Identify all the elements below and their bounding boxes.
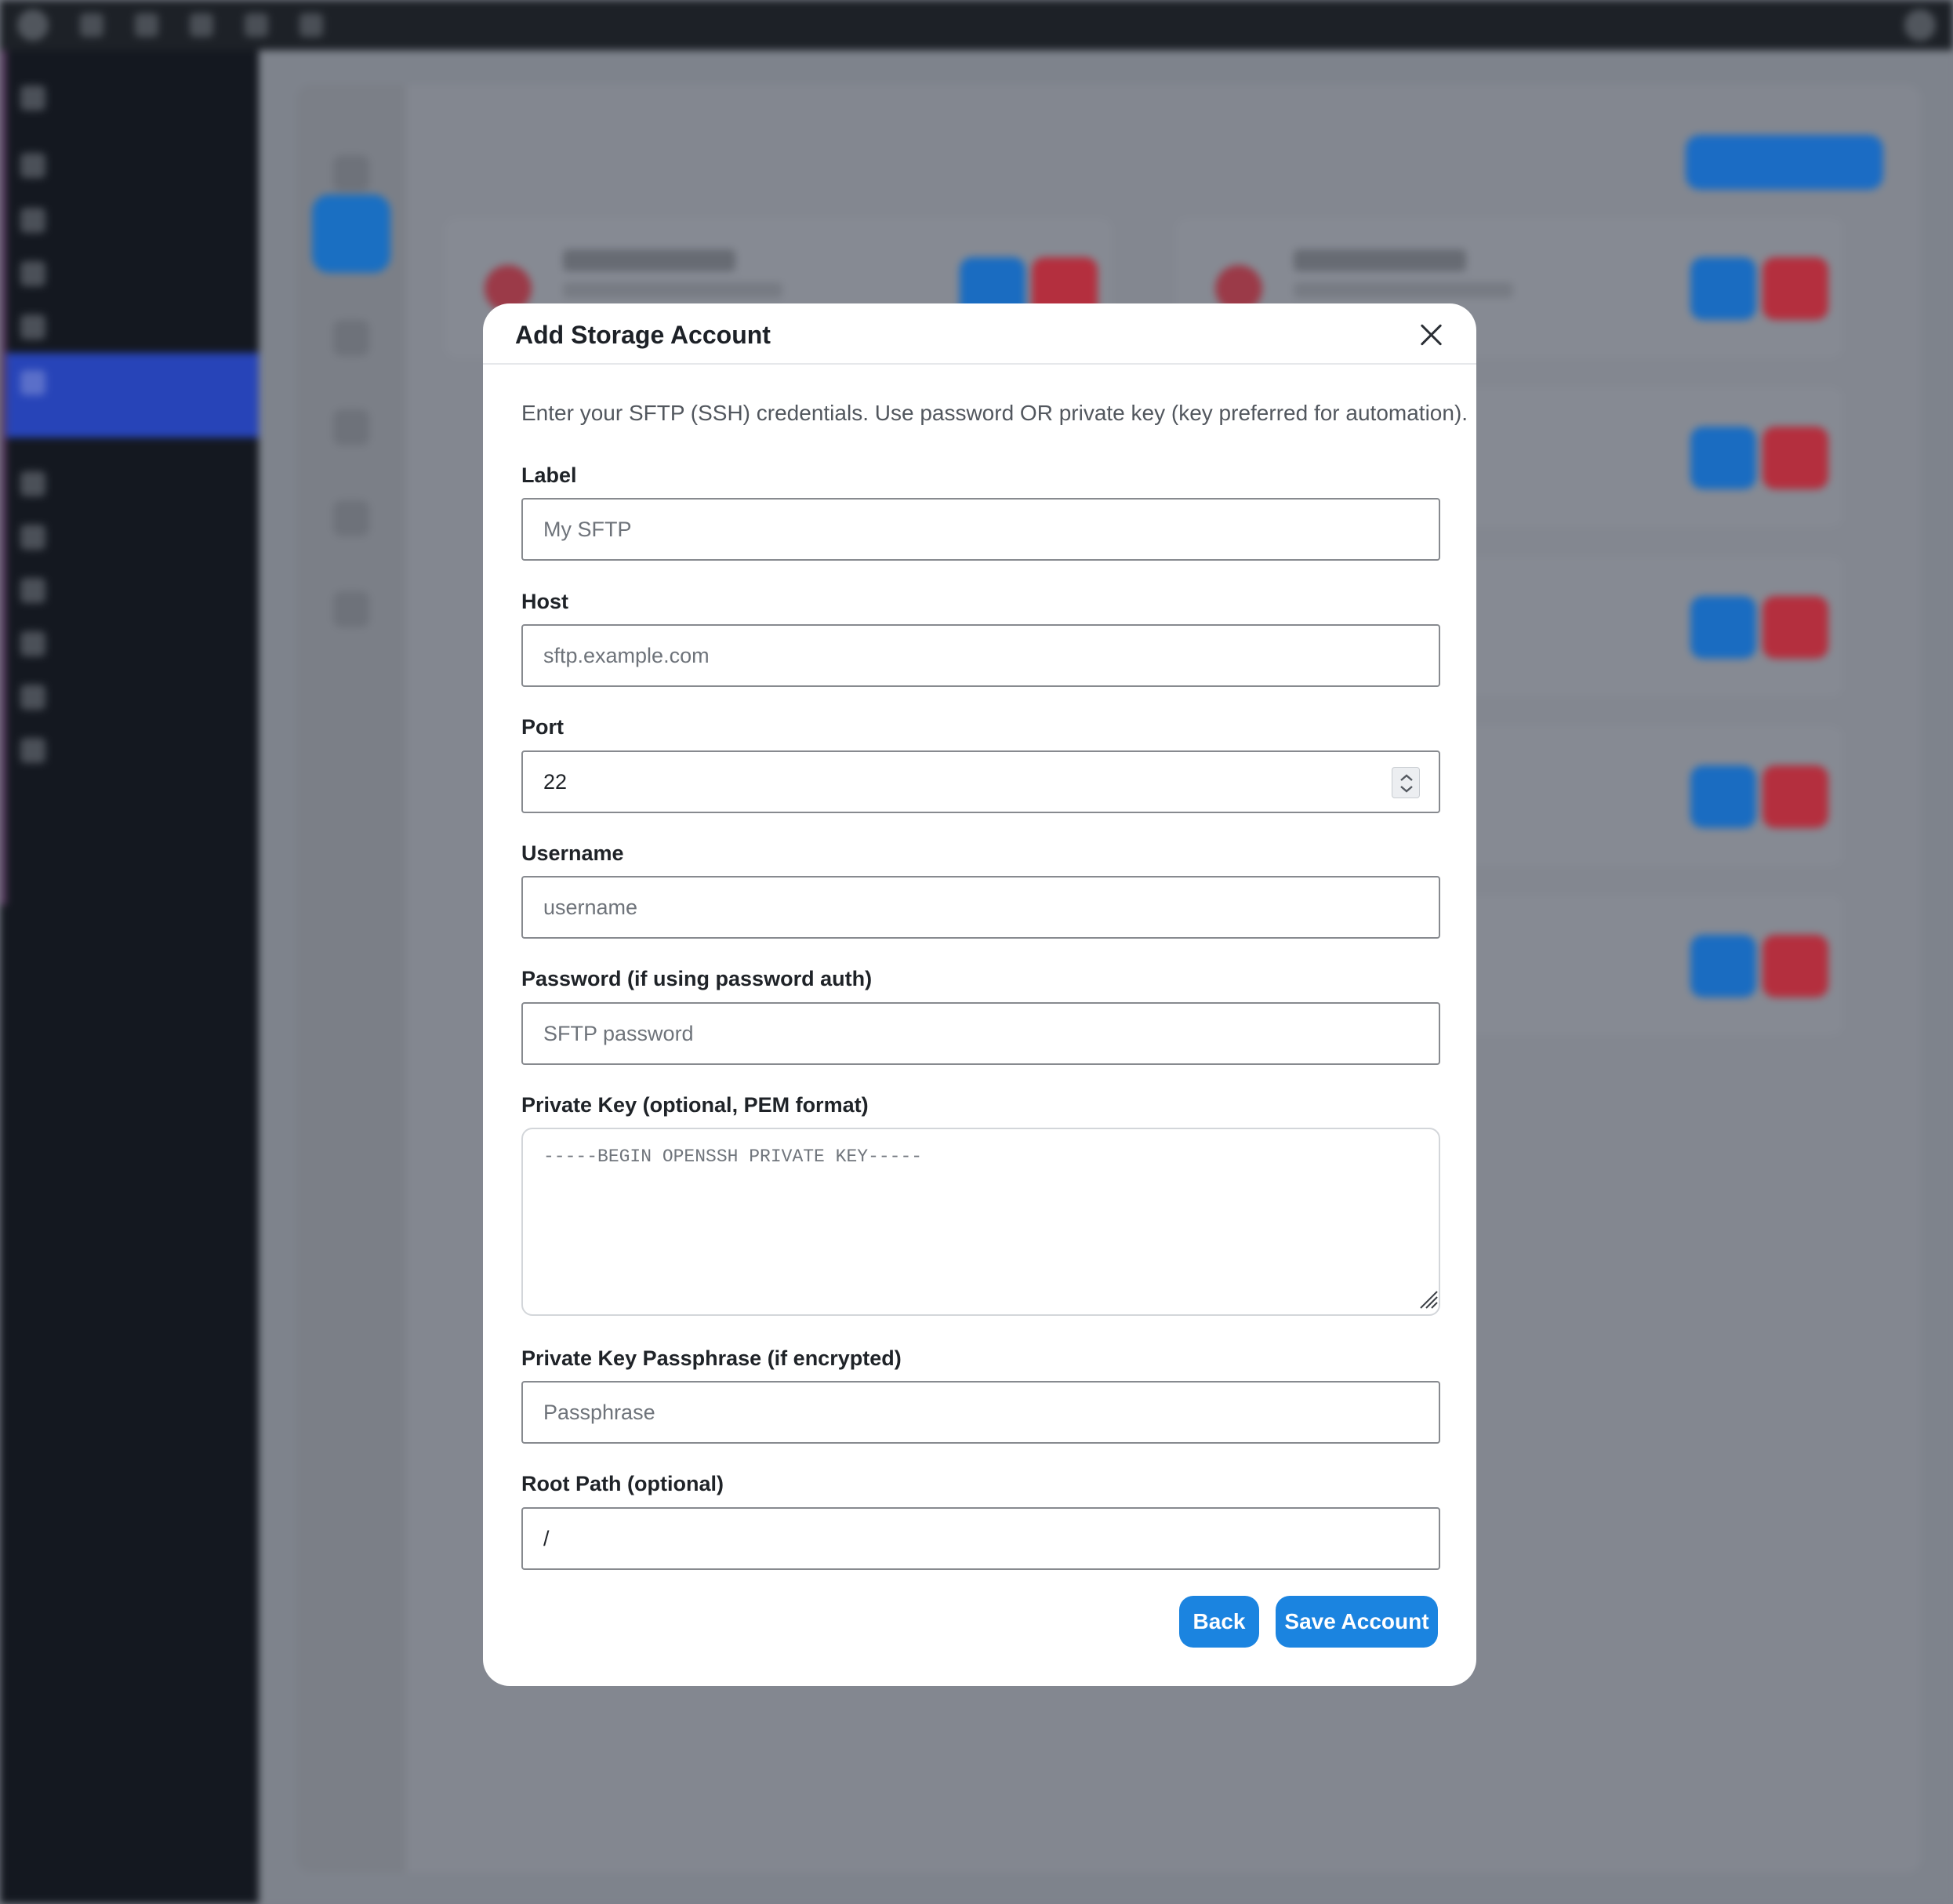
edit-icon	[1690, 935, 1756, 997]
brush-icon	[20, 471, 45, 496]
globe-icon	[333, 500, 369, 536]
sidebar-item-settings	[20, 679, 45, 715]
label-input[interactable]	[521, 498, 1440, 561]
tool-icon	[333, 591, 369, 627]
settings-icon	[20, 685, 45, 710]
username-input[interactable]	[521, 876, 1440, 939]
dashboard-icon	[20, 85, 45, 111]
comment-icon	[245, 13, 268, 37]
sidebar-item-plugins	[20, 519, 45, 555]
close-icon[interactable]	[1418, 322, 1443, 347]
link-icon	[333, 409, 369, 445]
delete-icon	[1762, 765, 1828, 828]
sidebar-strip	[0, 50, 6, 905]
root-path-input[interactable]	[521, 1507, 1440, 1570]
home-icon	[80, 13, 103, 37]
modal-title: Add Storage Account	[515, 321, 771, 349]
user-icon	[20, 578, 45, 603]
add-account-button-blurred	[1686, 135, 1883, 190]
plus-icon	[299, 13, 323, 37]
list-icon	[333, 320, 369, 356]
page-icon	[20, 261, 45, 286]
sidebar-item-media	[20, 202, 45, 238]
sidebar-item-posts	[20, 147, 45, 183]
root-path-field-label: Root Path (optional)	[521, 1472, 724, 1495]
port-field-label: Port	[521, 715, 564, 739]
delete-icon	[1762, 596, 1828, 659]
delete-icon	[1762, 935, 1828, 997]
collapse-icon	[20, 738, 45, 763]
passphrase-input[interactable]	[521, 1381, 1440, 1444]
label-field-label: Label	[521, 463, 577, 487]
avatar	[1904, 9, 1936, 41]
edit-icon	[1690, 765, 1756, 828]
account-name-blurred	[1294, 249, 1466, 271]
delete-icon	[1762, 427, 1828, 489]
wrench-icon	[20, 631, 45, 656]
account-name-blurred	[563, 249, 735, 271]
save-account-button[interactable]: Save Account	[1276, 1596, 1438, 1648]
plugin-icon	[20, 525, 45, 550]
sidebar-item-appearance	[20, 466, 45, 502]
admin-bar-comments	[245, 13, 268, 37]
plugin-icon-column	[296, 85, 406, 1873]
sidebar-item-active	[6, 353, 259, 438]
username-field-label: Username	[521, 841, 624, 865]
password-input[interactable]	[521, 1002, 1440, 1065]
password-field-label: Password (if using password auth)	[521, 967, 873, 990]
admin-bar-site	[80, 13, 103, 37]
edit-icon	[1690, 257, 1756, 320]
modal-intro-text: Enter your SFTP (SSH) credentials. Use p…	[521, 401, 1468, 425]
comment-icon	[20, 314, 45, 340]
host-field-label: Host	[521, 590, 568, 613]
admin-sidebar	[0, 50, 259, 1904]
updates-icon	[135, 13, 158, 37]
edit-icon	[1690, 596, 1756, 659]
wordpress-logo-icon	[17, 9, 49, 41]
sidebar-item-tools	[20, 626, 45, 662]
add-storage-account-modal: Add Storage Account Enter your SFTP (SSH…	[483, 303, 1476, 1686]
spinner-icon[interactable]	[1392, 767, 1420, 798]
delete-icon	[1762, 257, 1828, 320]
port-input[interactable]	[521, 750, 1440, 813]
edit-icon	[1690, 427, 1756, 489]
modal-header: Add Storage Account	[483, 303, 1476, 365]
storage-tab-icon	[312, 194, 390, 273]
admin-bar-account	[1904, 0, 1936, 50]
sidebar-item-collapse	[20, 732, 45, 769]
account-subtitle-blurred	[563, 282, 782, 298]
folder-icon	[333, 155, 369, 191]
admin-bar	[0, 0, 1953, 50]
account-subtitle-blurred	[1294, 282, 1513, 298]
sidebar-item-dashboard	[20, 80, 45, 116]
pin-icon	[20, 153, 45, 178]
back-button[interactable]: Back	[1179, 1596, 1259, 1648]
host-input[interactable]	[521, 624, 1440, 687]
admin-bar-updates	[135, 13, 158, 37]
storage-icon	[20, 370, 45, 395]
passphrase-field-label: Private Key Passphrase (if encrypted)	[521, 1346, 902, 1370]
admin-bar-search	[190, 13, 213, 37]
private-key-textarea[interactable]	[521, 1128, 1440, 1316]
media-icon	[20, 208, 45, 233]
search-icon	[190, 13, 213, 37]
sidebar-item-pages	[20, 256, 45, 292]
sidebar-item-comments	[20, 309, 45, 345]
sidebar-item-users	[20, 572, 45, 609]
admin-bar-new	[299, 13, 323, 37]
private-key-field-label: Private Key (optional, PEM format)	[521, 1093, 869, 1117]
